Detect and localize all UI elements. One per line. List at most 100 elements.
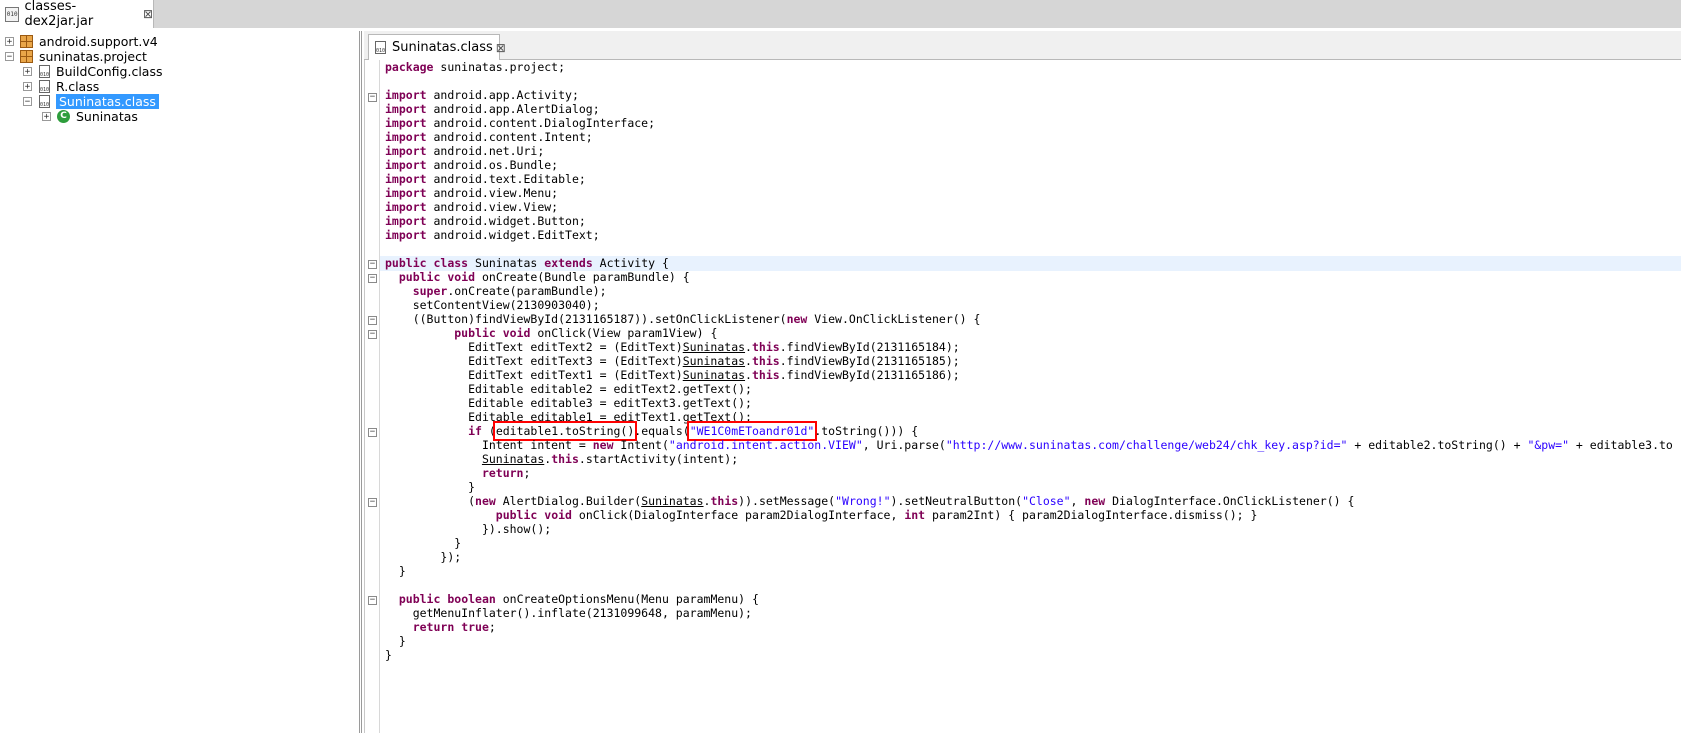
code-line-intent: Intent intent = new Intent("android.inte…	[385, 438, 1673, 453]
code-text: }).show();	[481, 522, 552, 536]
code-text: android.content.DialogInterface;	[426, 116, 656, 130]
code-text: android.app.AlertDialog;	[426, 102, 600, 116]
fold-icon[interactable]: −	[368, 498, 377, 507]
code-text: Intent intent =	[481, 438, 593, 452]
code-text: ((Button)findViewById(2131165187)).setOn…	[412, 312, 787, 326]
svg-text:010: 010	[376, 48, 385, 54]
keyword: extends	[544, 256, 593, 270]
code-text: });	[440, 550, 462, 564]
code-text: android.view.View;	[426, 200, 559, 214]
editor-tabbar: 010 Suninatas.class ⊠	[364, 31, 1681, 60]
expand-icon[interactable]: +	[5, 36, 14, 46]
code-line-oncreate: public void onCreate(Bundle paramBundle)…	[385, 270, 690, 285]
code-line-alertdialog: (new AlertDialog.Builder(Suninatas.this)…	[385, 494, 1354, 509]
code-text: (	[468, 494, 476, 508]
keyword: super	[412, 284, 448, 298]
code-line-return-true: return true;	[385, 620, 496, 635]
keyword: import	[385, 144, 427, 158]
tree-item-suninatas[interactable]: + C Suninatas	[42, 108, 138, 124]
code-text: }	[454, 536, 462, 550]
expand-icon[interactable]: +	[23, 81, 32, 91]
code-text: .findViewById(2131165184);	[779, 340, 960, 354]
tree-item-suninatas-project[interactable]: − suninatas.project	[5, 48, 147, 64]
tree-item-label: R.class	[56, 78, 100, 94]
keyword: public	[385, 256, 427, 270]
tree-item-r-class[interactable]: + 010 R.class	[23, 78, 99, 94]
keyword: public	[454, 326, 496, 340]
code-line-editable1: Editable editable1 = editText1.getText()…	[385, 410, 752, 425]
fold-icon[interactable]: −	[368, 596, 377, 605]
code-text: .findViewById(2131165185);	[779, 354, 960, 368]
fold-icon[interactable]: −	[368, 428, 377, 437]
code-line-import: import android.view.Menu;	[385, 186, 558, 201]
class-icon: C	[57, 109, 70, 123]
keyword: this	[751, 368, 780, 382]
code-text: + editable2.toString() +	[1347, 438, 1528, 452]
code-text: ;	[488, 620, 496, 634]
keyword: void	[544, 508, 572, 522]
code-line-if-equals: if (editable1.toString().equals("WE1C0mE…	[385, 421, 918, 441]
code-line-import: import android.content.DialogInterface;	[385, 116, 655, 131]
code-line-close-listener: });	[385, 550, 461, 565]
close-icon[interactable]: ⊠	[143, 7, 153, 21]
tree-item-label: Suninatas	[76, 108, 138, 124]
svg-text:010: 010	[40, 102, 49, 108]
code-text: )).setMessage(	[738, 494, 836, 508]
code-text: android.content.Intent;	[426, 130, 593, 144]
tree-item-android-support[interactable]: + android.support.v4	[5, 33, 158, 49]
keyword: new	[475, 494, 496, 508]
fold-icon[interactable]: −	[368, 274, 377, 283]
keyword: package	[385, 60, 434, 74]
code-line-import: import android.content.Intent;	[385, 130, 593, 145]
code-text: , Uri.parse(	[862, 438, 946, 452]
keyword: import	[385, 186, 427, 200]
code-line-inflate: getMenuInflater().inflate(2131099648, pa…	[385, 606, 752, 621]
code-text: android.os.Bundle;	[426, 158, 559, 172]
expand-icon[interactable]: +	[23, 66, 32, 76]
fold-icon[interactable]: −	[368, 316, 377, 325]
code-line-super: super.onCreate(paramBundle);	[385, 284, 607, 299]
keyword: if	[468, 424, 482, 438]
code-text: Suninatas	[682, 368, 746, 382]
code-text: editText2 = (EditText)	[523, 340, 683, 354]
code-text: Intent(	[613, 438, 669, 452]
string-literal: "Wrong!"	[835, 494, 891, 508]
code-text: onCreate(Bundle paramBundle) {	[475, 270, 690, 284]
collapse-icon[interactable]: −	[5, 51, 14, 61]
expand-icon[interactable]: +	[42, 111, 51, 121]
code-text: Editable editable3 = editText3.getText()…	[468, 396, 752, 410]
code-text: Suninatas	[682, 340, 746, 354]
editor-tab-strip: 010 classes-dex2jar.jar ⊠	[0, 0, 1681, 29]
class-file-icon: 010	[38, 94, 51, 108]
code-line-import: import android.app.Activity;	[385, 88, 579, 103]
code-text: getMenuInflater().inflate(2131099648, pa…	[412, 606, 752, 620]
code-editor[interactable]: − − − − − − − − package suninatas.projec…	[364, 60, 1681, 733]
keyword: this	[751, 354, 780, 368]
tree-item-buildconfig[interactable]: + 010 BuildConfig.class	[23, 63, 163, 79]
class-file-icon: 010	[374, 41, 387, 54]
string-literal: "http://www.suninatas.com/challenge/web2…	[945, 438, 1348, 452]
code-text: ).setNeutralButton(	[890, 494, 1023, 508]
code-text: onCreateOptionsMenu(Menu paramMenu) {	[495, 592, 759, 606]
collapse-icon[interactable]: −	[23, 96, 32, 106]
tab-jar-file[interactable]: 010 classes-dex2jar.jar ⊠	[0, 0, 154, 29]
keyword: void	[447, 270, 476, 284]
code-line-startactivity: Suninatas.this.startActivity(intent);	[385, 452, 738, 467]
keyword: return	[481, 466, 524, 480]
keyword: import	[385, 88, 427, 102]
svg-text:010: 010	[40, 87, 49, 93]
code-line-close-if: }	[385, 480, 475, 495]
fold-icon[interactable]: −	[368, 93, 377, 102]
gutter-divider	[379, 60, 380, 733]
code-text: editText3 = (EditText)	[523, 354, 683, 368]
close-icon[interactable]: ⊠	[496, 41, 506, 55]
code-text: Editable editable2 = editText2.getText()…	[468, 382, 752, 396]
class-file-icon: 010	[38, 79, 51, 93]
keyword: int	[904, 508, 926, 522]
tab-suninatas-class[interactable]: 010 Suninatas.class ⊠	[368, 34, 506, 60]
fold-icon[interactable]: −	[368, 260, 377, 269]
fold-icon[interactable]: −	[368, 330, 377, 339]
tree-item-suninatas-class[interactable]: − 010 Suninatas.class	[23, 93, 159, 109]
code-text: onClick(View param1View) {	[530, 326, 718, 340]
code-line-import: import android.view.View;	[385, 200, 558, 215]
